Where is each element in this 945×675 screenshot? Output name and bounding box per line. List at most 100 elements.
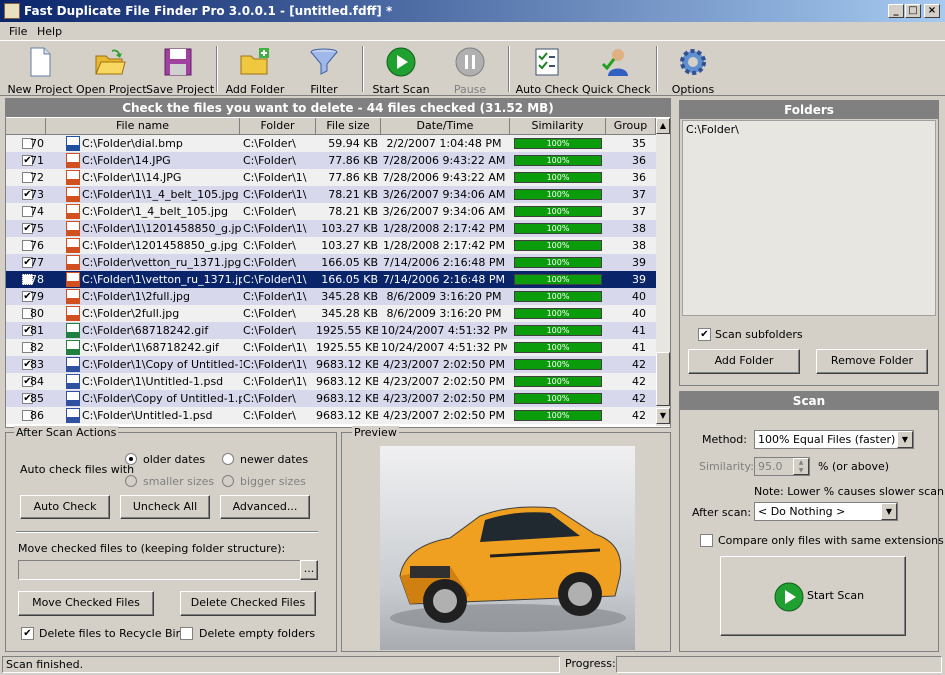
app-icon: [4, 3, 20, 19]
col-folder[interactable]: Folder: [240, 118, 316, 135]
remove-folder-button[interactable]: Remove Folder: [816, 349, 928, 374]
table-row[interactable]: 72 C:\Folder\1\14.JPG C:\Folder\1\ 77.86 KB…: [6, 169, 656, 186]
save-project-button[interactable]: Save Project: [146, 44, 215, 96]
status-bar: Scan finished. Progress:: [0, 654, 945, 675]
advanced-button[interactable]: Advanced...: [220, 495, 310, 519]
table-row[interactable]: ✔ 81 C:\Folder\68718242.gif C:\Folder\ 1925.…: [6, 322, 656, 339]
move-checked-files-button[interactable]: Move Checked Files: [18, 591, 154, 616]
add-folder-button[interactable]: Add Folder: [224, 44, 286, 96]
scroll-up-arrow[interactable]: ▲: [656, 118, 670, 134]
compare-extensions-checkbox[interactable]: [700, 534, 713, 547]
uncheck-all-button[interactable]: Uncheck All: [120, 495, 210, 519]
col-date-time[interactable]: Date/Time: [381, 118, 510, 135]
table-row[interactable]: 74 C:\Folder\1_4_belt_105.jpg C:\Folder\ 78…: [6, 203, 656, 220]
table-row[interactable]: 76 C:\Folder\1201458850_g.jpg C:\Folder\ 10…: [6, 237, 656, 254]
row-group: 37: [632, 188, 646, 201]
jpg-file-icon: [66, 255, 80, 270]
scan-subfolders-checkbox[interactable]: ✔: [698, 328, 711, 341]
similarity-bar: 100%: [514, 393, 602, 404]
table-row[interactable]: 80 C:\Folder\2full.jpg C:\Folder\ 345.28 KB…: [6, 305, 656, 322]
scan-title: Scan: [680, 392, 938, 410]
col-group[interactable]: Group: [606, 118, 656, 135]
add-folder-panel-button[interactable]: Add Folder: [688, 349, 800, 374]
method-value: 100% Equal Files (faster): [758, 433, 896, 446]
row-file-name: C:\Folder\vetton_ru_1371.jpg: [82, 256, 242, 269]
car-image: [390, 506, 626, 632]
options-button[interactable]: Options: [664, 44, 722, 96]
close-button[interactable]: ×: [924, 4, 940, 18]
jpg-file-icon: [66, 153, 80, 168]
spinner-arrows-icon[interactable]: ▲ ▼: [793, 458, 809, 475]
chevron-down-icon[interactable]: ▼: [881, 503, 897, 520]
table-row[interactable]: 70 C:\Folder\dial.bmp C:\Folder\ 59.94 KB 2/…: [6, 135, 656, 152]
auto-check-toolbar-button[interactable]: Auto Check: [514, 44, 580, 96]
recycle-bin-checkbox[interactable]: ✔: [21, 627, 34, 640]
scroll-thumb[interactable]: [656, 352, 670, 406]
row-file-size: 1925.55 KB: [316, 341, 378, 354]
table-row[interactable]: ✔ 71 C:\Folder\14.JPG C:\Folder\ 77.86 KB 7/2…: [6, 152, 656, 169]
table-row[interactable]: 78 C:\Folder\1\vetton_ru_1371.jpg C:\Folde…: [6, 271, 656, 288]
save-project-label: Save Project: [146, 83, 215, 96]
start-scan-label: Start Scan: [372, 83, 430, 96]
table-row[interactable]: ✔ 85 C:\Folder\Copy of Untitled-1.psd C:\Fo…: [6, 390, 656, 407]
start-scan-button[interactable]: Start Scan: [720, 556, 906, 636]
browse-button[interactable]: ...: [300, 560, 318, 580]
similarity-bar: 100%: [514, 325, 602, 336]
auto-check-button[interactable]: Auto Check: [20, 495, 110, 519]
table-row[interactable]: ✔ 75 C:\Folder\1\1201458850_g.jpg C:\Folder…: [6, 220, 656, 237]
preview-title: Preview: [352, 426, 399, 439]
quick-check-button[interactable]: Quick Check: [582, 44, 650, 96]
folder-item[interactable]: C:\Folder\: [686, 123, 932, 136]
list-scrollbar[interactable]: ▲ ▼: [656, 118, 670, 426]
move-path-input[interactable]: [18, 560, 302, 580]
delete-checked-files-button[interactable]: Delete Checked Files: [180, 591, 316, 616]
similarity-bar: 100%: [514, 172, 602, 183]
table-row[interactable]: ✔ 77 C:\Folder\vetton_ru_1371.jpg C:\Folder…: [6, 254, 656, 271]
pause-button[interactable]: Pause: [440, 44, 500, 96]
file-rows: 70 C:\Folder\dial.bmp C:\Folder\ 59.94 KB 2/…: [6, 135, 656, 425]
chevron-down-icon[interactable]: ▼: [897, 431, 913, 448]
table-row[interactable]: ✔ 84 C:\Folder\1\Untitled-1.psd C:\Folder\1…: [6, 373, 656, 390]
newer-dates-radio[interactable]: [222, 453, 234, 465]
col-file-size[interactable]: File size: [316, 118, 381, 135]
new-project-button[interactable]: New Project: [6, 44, 74, 96]
row-file-name: C:\Folder\1\14.JPG: [82, 171, 182, 184]
older-dates-radio[interactable]: [125, 453, 137, 465]
scroll-down-arrow[interactable]: ▼: [656, 408, 670, 424]
window-title: Fast Duplicate File Finder Pro 3.0.0.1 -…: [24, 4, 393, 18]
folders-title: Folders: [680, 101, 938, 119]
row-number: 86: [30, 409, 44, 422]
minimize-button[interactable]: _: [888, 4, 904, 18]
similarity-spinner[interactable]: 95.0 ▲ ▼: [754, 457, 810, 476]
filter-button[interactable]: Filter: [296, 44, 352, 96]
row-file-size: 77.86 KB: [328, 171, 378, 184]
menu-file[interactable]: File: [9, 25, 27, 38]
delete-empty-folders-checkbox[interactable]: [180, 627, 193, 640]
table-row[interactable]: ✔ 79 C:\Folder\1\2full.jpg C:\Folder\1\ 345.…: [6, 288, 656, 305]
after-scan-dropdown[interactable]: < Do Nothing > ▼: [754, 502, 898, 521]
menu-help[interactable]: Help: [37, 25, 62, 38]
col-file-name[interactable]: File name: [46, 118, 240, 135]
gif-file-icon: [66, 323, 80, 338]
bigger-sizes-radio[interactable]: [222, 475, 234, 487]
row-group: 39: [632, 256, 646, 269]
row-folder: C:\Folder\: [243, 137, 296, 150]
row-file-size: 166.05 KB: [321, 256, 378, 269]
start-scan-toolbar-button[interactable]: Start Scan: [370, 44, 432, 96]
row-folder: C:\Folder\1\: [243, 290, 307, 303]
maximize-button[interactable]: □: [905, 4, 921, 18]
table-row[interactable]: 86 C:\Folder\Untitled-1.psd C:\Folder\ 9683…: [6, 407, 656, 424]
similarity-bar: 100%: [514, 291, 602, 302]
table-row[interactable]: ✔ 73 C:\Folder\1\1_4_belt_105.jpg C:\Folder…: [6, 186, 656, 203]
table-row[interactable]: 82 C:\Folder\1\68718242.gif C:\Folder\1\ 19…: [6, 339, 656, 356]
folders-list[interactable]: C:\Folder\: [682, 120, 936, 316]
open-project-button[interactable]: Open Project: [76, 44, 147, 96]
col-checkbox[interactable]: [6, 118, 46, 135]
row-date-time: 7/28/2006 9:43:22 AM: [382, 154, 506, 167]
divider: [16, 531, 318, 533]
table-row[interactable]: ✔83C:\Folder\1\Copy of Untitled-1.psdC:\…: [6, 356, 656, 373]
method-dropdown[interactable]: 100% Equal Files (faster) ▼: [754, 430, 914, 449]
smaller-sizes-radio[interactable]: [125, 475, 137, 487]
row-number: 71: [30, 154, 44, 167]
col-similarity[interactable]: Similarity: [510, 118, 606, 135]
